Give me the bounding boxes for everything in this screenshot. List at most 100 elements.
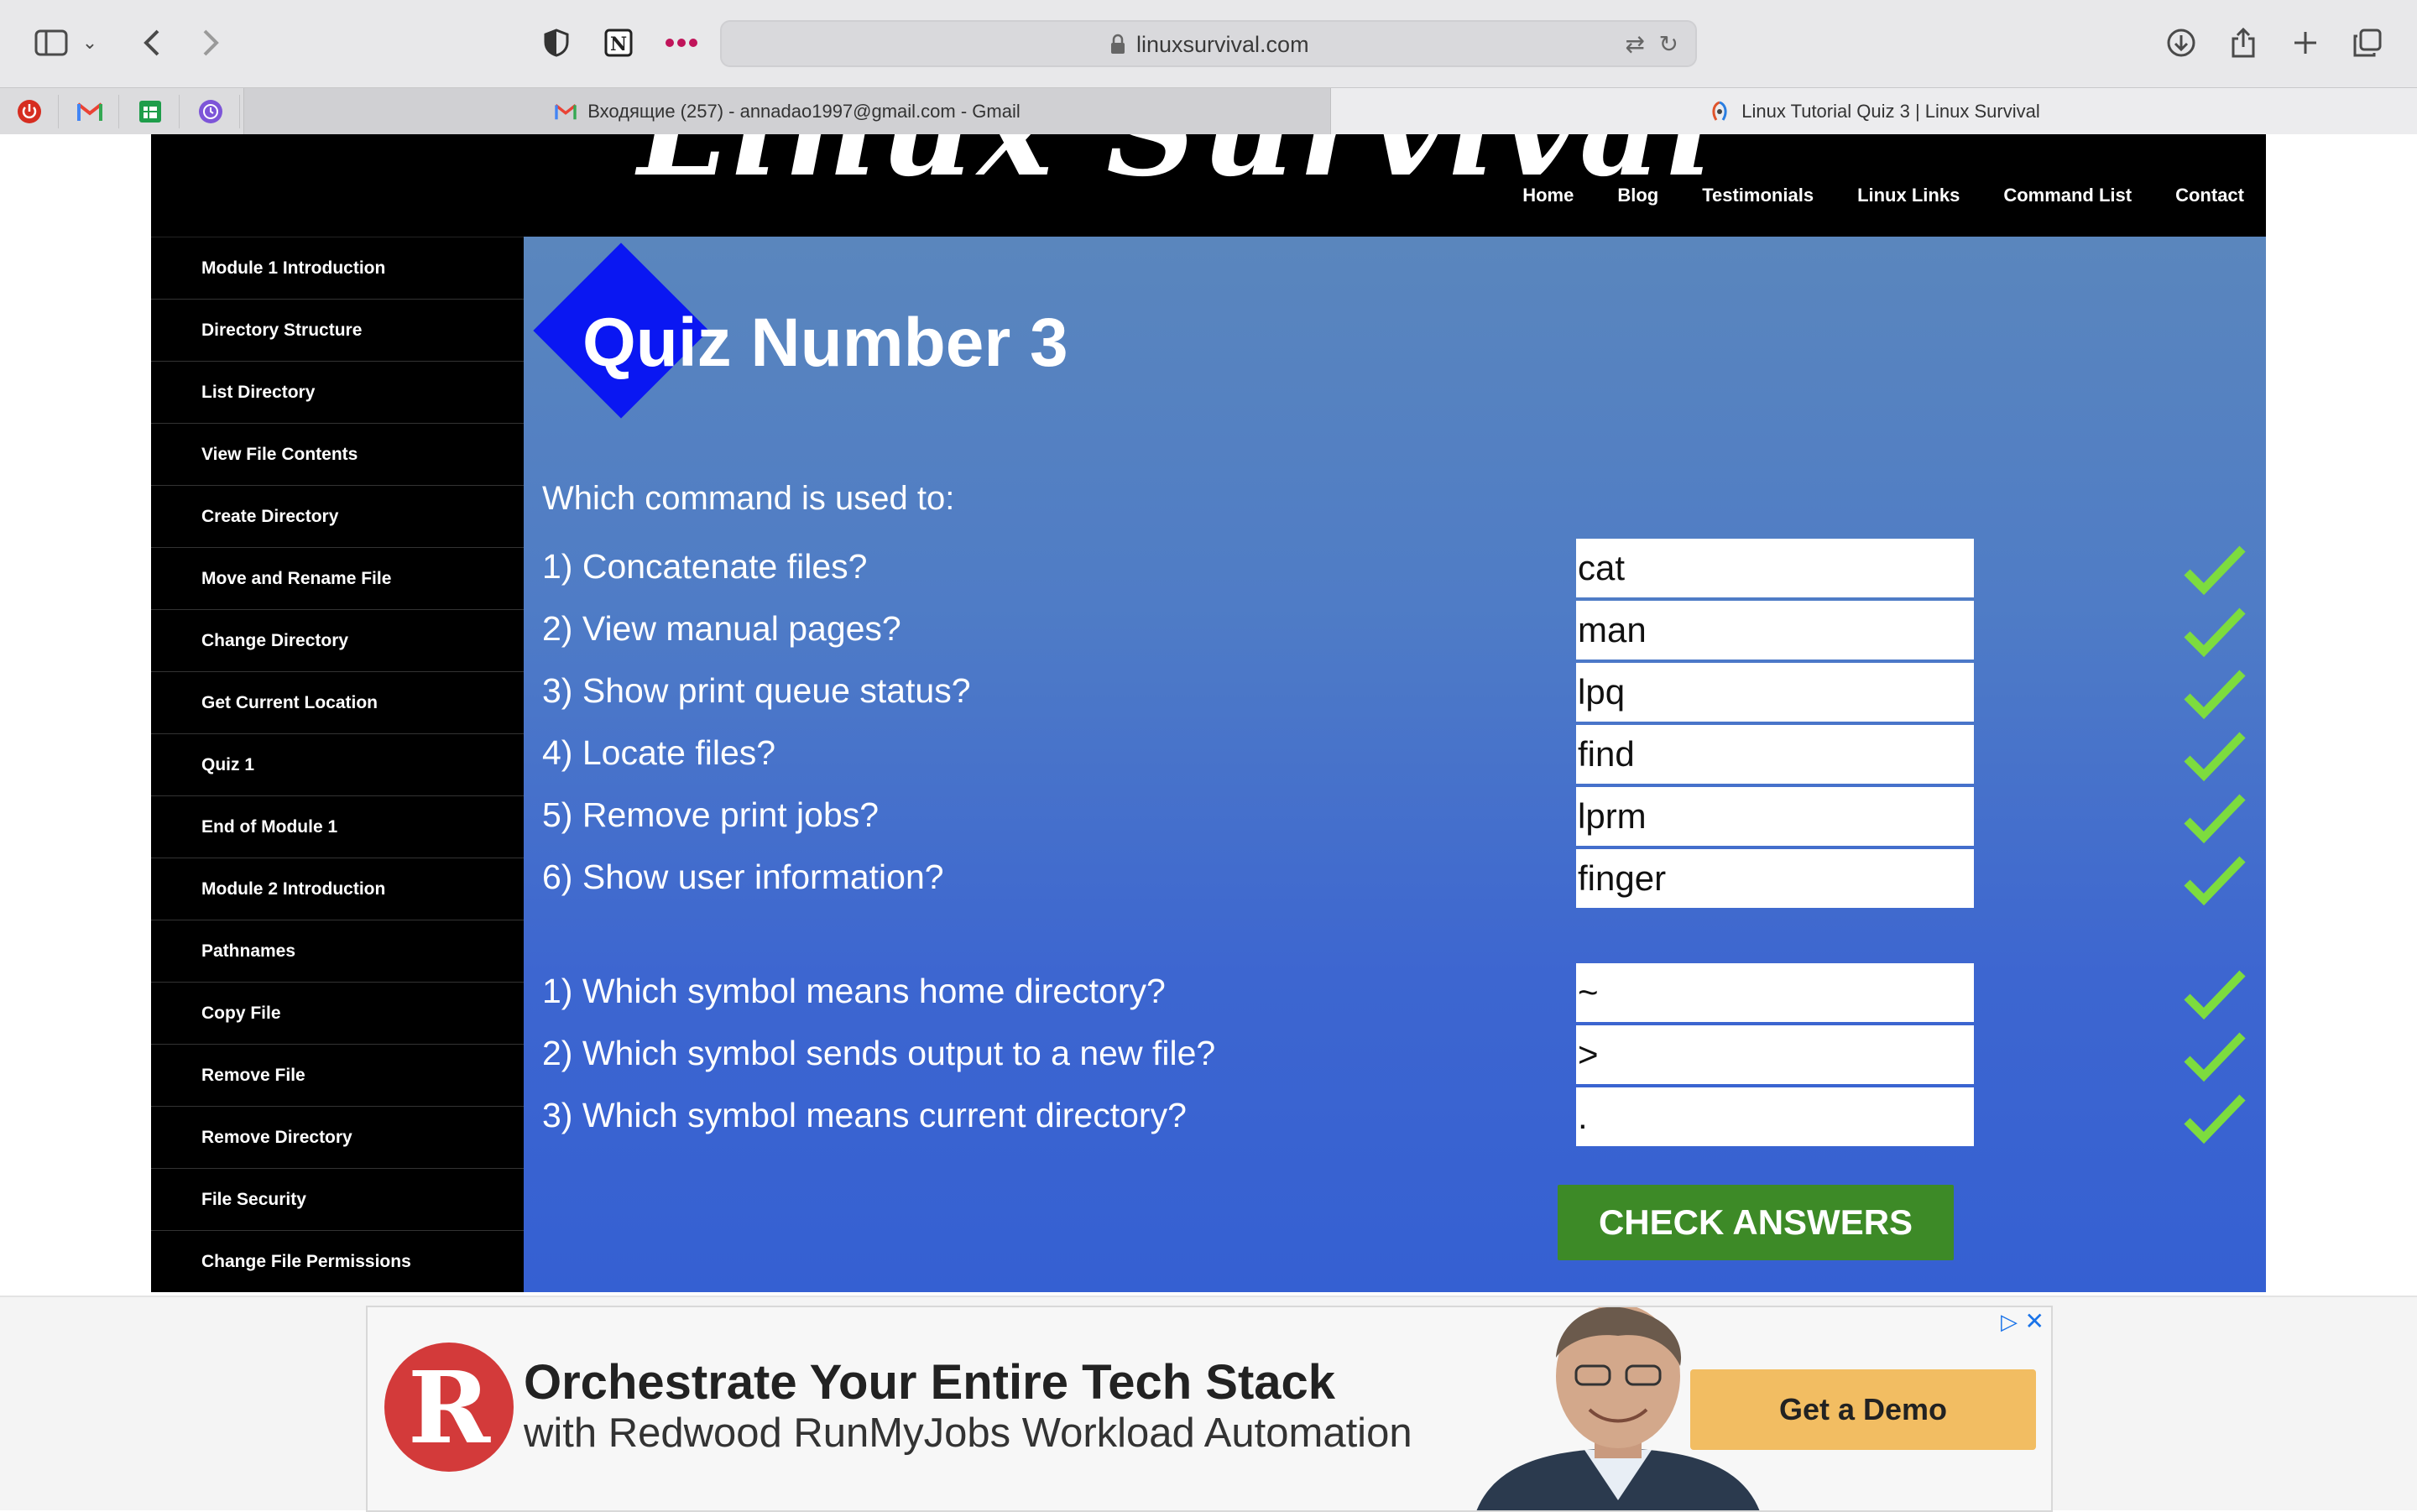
checkmark-icon <box>2184 670 2246 720</box>
sidebar-item-view-file-contents[interactable]: View File Contents <box>151 423 524 485</box>
question-heading: Which command is used to: <box>542 480 955 517</box>
sidebar-toggle-icon[interactable] <box>32 23 70 62</box>
sidebar-item-get-current-location[interactable]: Get Current Location <box>151 671 524 733</box>
advertisement[interactable]: R Orchestrate Your Entire Tech Stack wit… <box>366 1306 2053 1512</box>
linux-survival-favicon <box>1712 101 1727 121</box>
new-tab-icon[interactable] <box>2286 23 2325 62</box>
question-text: 2) Which symbol sends output to a new fi… <box>542 1034 1216 1072</box>
share-icon[interactable] <box>2224 23 2263 62</box>
pinned-tab-sheets[interactable] <box>121 95 180 128</box>
close-icon[interactable]: ✕ <box>2025 1307 2044 1335</box>
tab-label: Входящие (257) - annadao1997@gmail.com -… <box>587 101 1021 122</box>
forward-icon[interactable] <box>191 23 230 62</box>
checkmark-icon <box>2184 545 2246 596</box>
tab-overview-icon[interactable] <box>2348 23 2387 62</box>
chevron-down-icon[interactable]: ⌄ <box>77 23 102 62</box>
sidebar-item-remove-file[interactable]: Remove File <box>151 1044 524 1106</box>
sidebar-item-quiz-1[interactable]: Quiz 1 <box>151 733 524 795</box>
sidebar-menu: Module 1 Introduction Directory Structur… <box>151 237 524 1292</box>
translate-icon[interactable]: ⇄ <box>1626 30 1645 58</box>
sidebar-item-end-of-module-1[interactable]: End of Module 1 <box>151 795 524 858</box>
download-icon[interactable] <box>2162 23 2200 62</box>
pinned-tab-power[interactable] <box>0 95 59 128</box>
ad-banner-strip: R Orchestrate Your Entire Tech Stack wit… <box>0 1296 2417 1512</box>
question-row: 1) Concatenate files? <box>542 539 2254 597</box>
answer-input[interactable] <box>1576 601 1974 660</box>
svg-text:N: N <box>610 34 627 55</box>
web-page: Linux Survival Home Blog Testimonials Li… <box>0 134 2417 1431</box>
answer-input[interactable] <box>1576 1087 1974 1146</box>
browser-toolbar: ⌄ N linuxsurvival.com ⇄ ↻ <box>0 0 2417 87</box>
top-navigation: Home Blog Testimonials Linux Links Comma… <box>1522 185 2244 206</box>
question-text: 2) View manual pages? <box>542 609 901 648</box>
question-row: 5) Remove print jobs? <box>542 787 2254 846</box>
checkmark-icon <box>2184 794 2246 844</box>
address-bar[interactable]: linuxsurvival.com ⇄ ↻ <box>720 20 1697 67</box>
tab-gmail[interactable]: Входящие (257) - annadao1997@gmail.com -… <box>243 88 1331 135</box>
question-text: 3) Show print queue status? <box>542 671 971 710</box>
answer-input[interactable] <box>1576 1025 1974 1084</box>
answer-input[interactable] <box>1576 663 1974 722</box>
answer-input[interactable] <box>1576 849 1974 908</box>
question-row: 4) Locate files? <box>542 725 2254 784</box>
shield-icon[interactable] <box>537 23 576 62</box>
sidebar-item-file-security[interactable]: File Security <box>151 1168 524 1230</box>
checkmark-icon <box>2184 607 2246 658</box>
power-icon <box>17 100 41 123</box>
sidebar-item-copy-file[interactable]: Copy File <box>151 982 524 1044</box>
sidebar-item-module-1-introduction[interactable]: Module 1 Introduction <box>151 237 524 299</box>
question-text: 3) Which symbol means current directory? <box>542 1096 1187 1134</box>
nav-blog[interactable]: Blog <box>1617 185 1658 206</box>
nav-contact[interactable]: Contact <box>2175 185 2244 206</box>
nav-testimonials[interactable]: Testimonials <box>1702 185 1814 206</box>
question-row: 2) View manual pages? <box>542 601 2254 660</box>
pinned-tab-clock[interactable] <box>181 95 240 128</box>
get-a-demo-button[interactable]: Get a Demo <box>1690 1369 2036 1450</box>
nav-command-list[interactable]: Command List <box>2003 185 2132 206</box>
clock-icon <box>198 100 222 123</box>
tab-label: Linux Tutorial Quiz 3 | Linux Survival <box>1741 101 2040 122</box>
sidebar-item-module-2-introduction[interactable]: Module 2 Introduction <box>151 858 524 920</box>
symbol-question-row: 1) Which symbol means home directory? <box>542 963 2254 1022</box>
question-text: 6) Show user information? <box>542 858 944 896</box>
answer-input[interactable] <box>1576 725 1974 784</box>
sidebar-item-change-file-permissions[interactable]: Change File Permissions <box>151 1230 524 1292</box>
sheets-icon <box>138 101 161 123</box>
symbol-question-row: 3) Which symbol means current directory? <box>542 1087 2254 1146</box>
ad-headline: Orchestrate Your Entire Tech Stack <box>524 1355 1336 1410</box>
tab-linux-survival[interactable]: Linux Tutorial Quiz 3 | Linux Survival <box>1331 88 2417 135</box>
checkmark-icon <box>2184 1094 2246 1144</box>
nav-linux-links[interactable]: Linux Links <box>1857 185 1960 206</box>
site-header: Linux Survival Home Blog Testimonials Li… <box>151 134 2266 237</box>
question-row: 3) Show print queue status? <box>542 663 2254 722</box>
ad-choices-icon[interactable]: ▷ <box>2001 1309 2018 1335</box>
sidebar-item-remove-directory[interactable]: Remove Directory <box>151 1106 524 1168</box>
sidebar-item-list-directory[interactable]: List Directory <box>151 361 524 423</box>
extension-dots-icon[interactable] <box>663 23 702 62</box>
answer-input[interactable] <box>1576 787 1974 846</box>
url-text: linuxsurvival.com <box>1136 32 1309 57</box>
reload-icon[interactable]: ↻ <box>1659 30 1678 58</box>
answer-input[interactable] <box>1576 539 1974 597</box>
checkmark-icon <box>2184 856 2246 906</box>
nav-home[interactable]: Home <box>1522 185 1574 206</box>
lock-icon <box>1111 34 1125 54</box>
tab-bar: Входящие (257) - annadao1997@gmail.com -… <box>0 87 2417 135</box>
question-row: 6) Show user information? <box>542 849 2254 908</box>
sidebar-item-create-directory[interactable]: Create Directory <box>151 485 524 547</box>
pinned-tab-gmail[interactable] <box>60 95 119 128</box>
question-text: 5) Remove print jobs? <box>542 795 880 834</box>
redwood-logo: R <box>384 1343 514 1472</box>
check-answers-button[interactable]: CHECK ANSWERS <box>1558 1185 1954 1260</box>
question-text: 1) Concatenate files? <box>542 547 868 586</box>
quiz-content: Quiz Number 3 Which command is used to: … <box>524 237 2266 1292</box>
ad-subline: with Redwood RunMyJobs Workload Automati… <box>524 1410 1412 1456</box>
sidebar-item-pathnames[interactable]: Pathnames <box>151 920 524 982</box>
checkmark-icon <box>2184 1032 2246 1082</box>
notion-icon[interactable]: N <box>599 23 638 62</box>
sidebar-item-change-directory[interactable]: Change Directory <box>151 609 524 671</box>
answer-input[interactable] <box>1576 963 1974 1022</box>
back-icon[interactable] <box>133 23 171 62</box>
sidebar-item-directory-structure[interactable]: Directory Structure <box>151 299 524 361</box>
sidebar-item-move-and-rename-file[interactable]: Move and Rename File <box>151 547 524 609</box>
